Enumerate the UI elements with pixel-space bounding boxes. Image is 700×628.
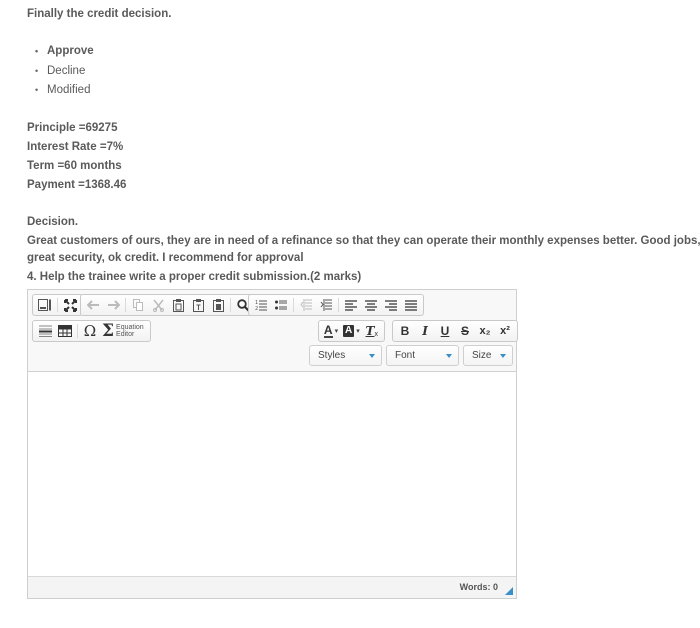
- styles-dropdown-label: Styles: [318, 350, 346, 361]
- horizontal-line-icon[interactable]: [35, 321, 55, 341]
- font-dropdown-label: Font: [395, 350, 416, 361]
- toolbar-group-document: [32, 294, 83, 316]
- decision-text-line1: Great customers of ours, they are in nee…: [27, 235, 700, 247]
- subscript-button[interactable]: x₂: [475, 321, 495, 341]
- maximize-icon[interactable]: [60, 295, 80, 315]
- decision-text-line2: great security, ok credit. I recommend f…: [27, 252, 304, 264]
- justify-icon[interactable]: [401, 295, 421, 315]
- size-dropdown-label: Size: [472, 350, 492, 361]
- editor-toolbar: 12 Ω Σ Equation Editor A ▾ A ▾ T x B I U…: [28, 290, 518, 372]
- align-left-icon[interactable]: [341, 295, 361, 315]
- chevron-down-icon: [369, 354, 375, 358]
- option-approve: Approve: [35, 45, 94, 57]
- remove-format-button[interactable]: T x: [362, 321, 382, 341]
- resize-handle-icon[interactable]: [505, 587, 513, 595]
- equation-editor-label-2: Editor: [116, 331, 135, 338]
- toolbar-group-insert: Ω Σ Equation Editor: [32, 320, 151, 342]
- rich-text-editor: 12 Ω Σ Equation Editor A ▾ A ▾ T x B I U…: [27, 289, 518, 599]
- superscript-button[interactable]: x²: [495, 321, 515, 341]
- svg-text:2: 2: [255, 306, 258, 311]
- toolbar-separator: [338, 298, 339, 312]
- styles-dropdown[interactable]: Styles: [309, 345, 382, 366]
- align-right-icon[interactable]: [381, 295, 401, 315]
- interest-rate-value: Interest Rate =7%: [27, 141, 124, 153]
- toolbar-group-clipboard: [80, 294, 256, 316]
- table-icon[interactable]: [55, 321, 75, 341]
- bulleted-list-icon[interactable]: [271, 295, 291, 315]
- toolbar-separator: [57, 298, 58, 312]
- chevron-down-icon: [500, 354, 506, 358]
- strikethrough-button[interactable]: S: [455, 321, 475, 341]
- editor-content-area[interactable]: [28, 372, 516, 577]
- cut-icon[interactable]: [148, 295, 168, 315]
- sigma-icon: Σ: [102, 320, 115, 341]
- toolbar-separator: [230, 298, 231, 312]
- chevron-down-icon: [446, 354, 452, 358]
- text-color-icon: A: [323, 322, 333, 338]
- toolbar-group-colors: A ▾ A ▾ T x: [318, 320, 385, 342]
- background-color-icon: A: [343, 325, 355, 337]
- align-center-icon[interactable]: [361, 295, 381, 315]
- paste-icon[interactable]: [168, 295, 188, 315]
- numbered-list-icon[interactable]: 12: [251, 295, 271, 315]
- equation-editor-label-1: Equation: [116, 324, 144, 331]
- toolbar-separator: [125, 298, 126, 312]
- toolbar-separator: [293, 298, 294, 312]
- paste-text-icon[interactable]: [188, 295, 208, 315]
- paste-word-icon[interactable]: [208, 295, 228, 315]
- text-color-button[interactable]: A ▾: [321, 321, 341, 341]
- italic-button[interactable]: I: [415, 321, 435, 341]
- question-text: 4. Help the trainee write a proper credi…: [27, 271, 362, 283]
- option-decline: Decline: [35, 65, 85, 77]
- decision-label: Decision.: [27, 216, 79, 228]
- size-dropdown[interactable]: Size: [463, 345, 513, 366]
- term-value: Term =60 months: [27, 160, 122, 172]
- payment-value: Payment =1368.46: [27, 179, 127, 191]
- decrease-indent-icon[interactable]: [296, 295, 316, 315]
- chevron-down-icon: ▾: [334, 328, 339, 335]
- toolbar-group-paragraph: 12: [248, 294, 424, 316]
- option-modified: Modified: [35, 84, 91, 96]
- editor-footer: Words: 0: [28, 577, 516, 598]
- special-character-icon[interactable]: Ω: [80, 321, 100, 341]
- redo-icon[interactable]: [103, 295, 123, 315]
- equation-editor-button[interactable]: Σ Equation Editor: [100, 321, 148, 341]
- copy-icon[interactable]: [128, 295, 148, 315]
- increase-indent-icon[interactable]: [316, 295, 336, 315]
- toolbar-separator: [77, 324, 78, 338]
- undo-icon[interactable]: [83, 295, 103, 315]
- word-count: Words: 0: [459, 582, 498, 592]
- principle-value: Principle =69275: [27, 122, 118, 134]
- bold-button[interactable]: B: [395, 321, 415, 341]
- remove-format-icon: T: [365, 324, 375, 338]
- section-heading: Finally the credit decision.: [27, 8, 172, 20]
- chevron-down-icon: ▾: [356, 328, 360, 335]
- underline-button[interactable]: U: [435, 321, 455, 341]
- source-icon[interactable]: [35, 295, 55, 315]
- font-dropdown[interactable]: Font: [386, 345, 459, 366]
- toolbar-group-basic-styles: B I U S x₂ x²: [392, 320, 518, 342]
- background-color-button[interactable]: A ▾: [341, 321, 362, 341]
